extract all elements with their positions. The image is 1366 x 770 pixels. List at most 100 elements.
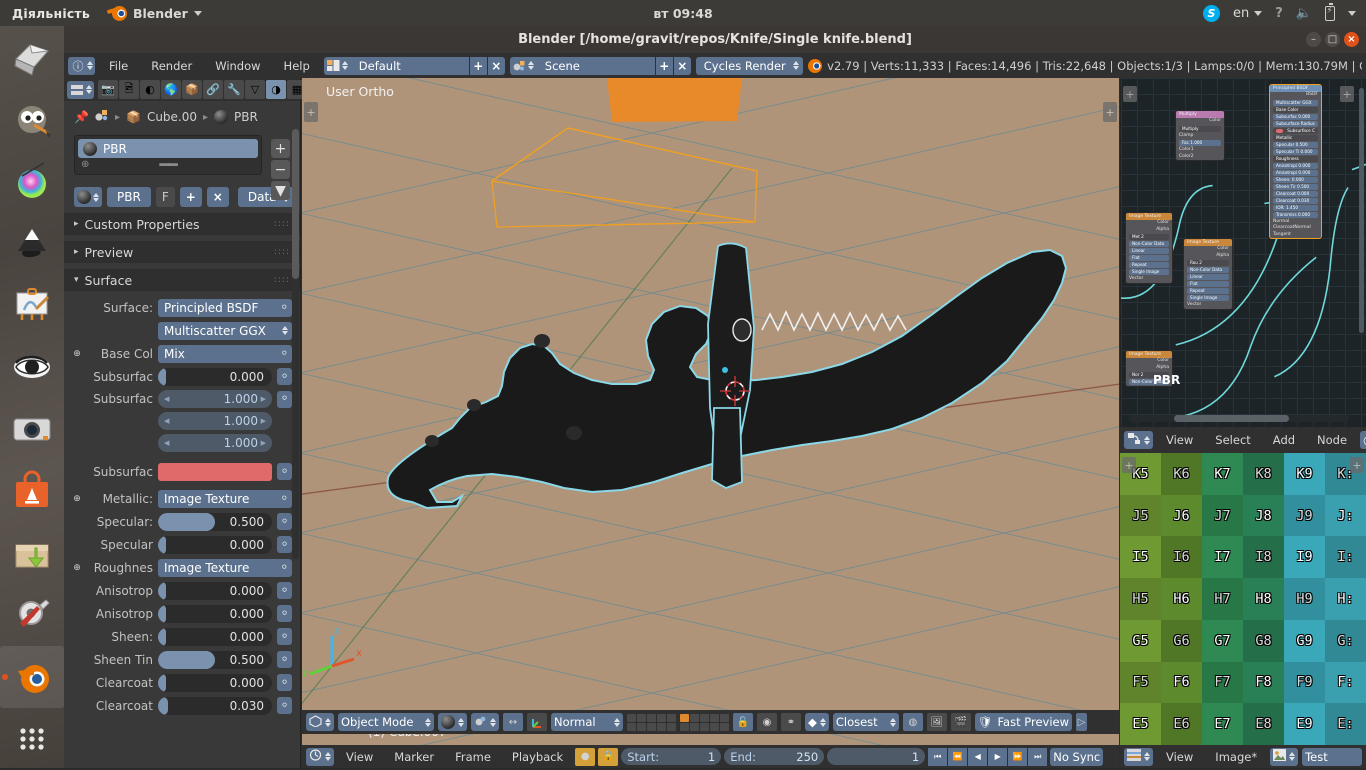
image-toolshelf-expand-button[interactable]: + [1122,457,1136,473]
end-frame-field[interactable]: End: 250 [724,748,825,765]
dock-item-blender[interactable] [0,646,64,708]
screen-layout-name[interactable]: Default [350,56,469,75]
anisotropic-slider[interactable]: 0.000 [158,581,272,600]
panel-surface[interactable]: ▾ Surface :::: [64,269,300,291]
tab-object[interactable]: 📦 [182,80,202,99]
maximize-button[interactable]: □ [1325,32,1340,47]
panel-custom-properties[interactable]: ▸ Custom Properties :::: [64,213,300,235]
clock[interactable]: вт 09:48 [653,6,712,21]
image-name-field[interactable]: Test [1302,747,1363,766]
help-icon[interactable]: ? [1275,6,1283,21]
jump-to-end-button[interactable]: ⏭ [1028,747,1048,766]
anisotropic-rotation-slider[interactable]: 0.000 [158,604,272,623]
image-menu-image[interactable]: Image* [1206,750,1266,764]
link-input-button[interactable]: ⚪ [277,463,292,480]
node-horizontal-scrollbar[interactable] [1129,415,1349,422]
lock-icon[interactable]: 🔒 [598,747,619,766]
subsurface-radius-x[interactable]: 1.000 [158,390,272,408]
base-color-node-selector[interactable]: Mix ⚪ [158,344,292,363]
manipulator-toggle[interactable]: ↔ [503,713,523,731]
close-button[interactable]: × [1344,32,1359,47]
link-input-button[interactable]: ⚪ [277,582,292,599]
dock-item-system-settings[interactable] [0,584,64,646]
clearcoat-roughness-slider[interactable]: 0.030 [158,696,272,715]
link-input-button[interactable]: ⚪ [277,390,292,408]
timeline-menu-view[interactable]: View [337,750,382,764]
link-input-button[interactable]: ⚪ [277,628,292,645]
link-input-button[interactable]: ⚪ [277,368,292,385]
play-button[interactable]: ▶ [988,747,1008,766]
tab-render[interactable]: 📷 [98,80,118,99]
node-field-clamp[interactable]: Clamp [1176,133,1224,140]
breadcrumb-material[interactable]: PBR [234,110,258,124]
image-menu-view[interactable]: View [1157,750,1202,764]
chevron-down-icon[interactable] [1348,10,1356,16]
skype-icon[interactable]: S [1203,4,1221,22]
properties-scrollbar[interactable] [292,129,299,559]
subsurface-color-swatch[interactable] [158,462,272,481]
new-material-button[interactable]: + [179,187,202,207]
battery-icon[interactable] [1325,3,1335,21]
link-input-button[interactable]: ⚪ [277,651,292,668]
editor-type-selector-node[interactable] [1124,431,1153,449]
metallic-node-selector[interactable]: Image Texture ⚪ [158,489,292,508]
dock-item-files[interactable] [0,26,64,88]
menu-help[interactable]: Help [275,59,319,73]
tab-render-layers[interactable]: 🖻 [119,80,139,99]
tab-world[interactable]: 🌎 [161,80,181,99]
tab-material[interactable]: ◑ [266,80,286,99]
dock-item-mypaint[interactable] [0,274,64,336]
add-layout-button[interactable]: + [469,56,487,75]
snap-target-selector[interactable]: Closest [832,713,899,731]
material-specials-menu-button[interactable]: ▼ [271,181,290,200]
tab-object-data[interactable]: ▽ [245,80,265,99]
node-toolshelf-expand-button[interactable]: + [1123,86,1137,102]
auto-keyframe-icon[interactable]: ● [575,747,596,766]
timeline-menu-frame[interactable]: Frame [446,750,500,764]
fake-user-button[interactable]: F [155,187,175,207]
render-opengl-animation-icon[interactable]: 🎬 [950,713,971,731]
layer-group-1[interactable] [627,713,676,731]
timeline-menu-marker[interactable]: Marker [385,750,443,764]
material-name-field[interactable]: PBR [107,187,151,207]
preview-mode-selector[interactable]: 🛡 Fast Preview [974,713,1072,731]
pin-icon[interactable]: 📌 [74,110,89,124]
timeline-menu-playback[interactable]: Playback [503,750,572,764]
node-principled-bsdf[interactable]: Principled BSDF BSDF Multiscatter GGX Ba… [1269,84,1322,239]
3d-viewport[interactable]: z y x User Ortho (1) Cube.007 + + Object… [302,78,1119,768]
unlink-material-button[interactable]: × [206,187,229,207]
link-input-button[interactable]: ⚪ [277,536,292,553]
viewport-shading-selector[interactable] [438,713,467,731]
delete-scene-button[interactable]: × [673,56,691,75]
node-menu-node[interactable]: Node [1308,433,1356,447]
subsurface-radius-y-field[interactable]: 1.000 [158,412,272,430]
render-engine-selector[interactable]: Cycles Render [695,56,804,75]
shader-type-selector[interactable]: ◑ [1360,431,1366,449]
browse-material-button[interactable] [74,187,102,207]
current-frame-field[interactable]: 1 [827,748,926,765]
pivot-point-selector[interactable] [471,713,499,731]
transform-orientation-selector[interactable]: Normal [551,713,623,731]
previous-keyframe-button[interactable]: ⏪ [948,747,968,766]
tab-scene[interactable]: ◐ [140,80,160,99]
distribution-selector[interactable]: Multiscatter GGX [158,321,292,340]
node-image-texture-1[interactable]: Image Texture Color Alpha Met 2 Non-Colo… [1125,212,1173,284]
menu-render[interactable]: Render [142,59,201,73]
node-image-texture-2[interactable]: Image Texture Color Alpha Rou 2 Non-Colo… [1183,238,1233,310]
subsurface-slider[interactable]: 0.000 [158,367,272,386]
start-frame-field[interactable]: Start: 1 [621,748,722,765]
snap-peel-object-icon[interactable]: ◍ [902,713,923,731]
play-reverse-button[interactable]: ◀ [968,747,988,766]
node-vertical-scrollbar[interactable] [1359,88,1364,333]
menu-file[interactable]: File [100,59,137,73]
dock-item-software-center[interactable] [0,460,64,522]
roughness-node-selector[interactable]: Image Texture ⚪ [158,558,292,577]
scene-name[interactable]: Scene [536,56,655,75]
menu-window[interactable]: Window [206,59,269,73]
specular-slider[interactable]: 0.500 [158,512,272,531]
tab-modifiers[interactable]: 🔧 [224,80,244,99]
link-input-button[interactable]: ⚪ [277,513,292,530]
delete-layout-button[interactable]: × [487,56,505,75]
browse-image-button[interactable] [1270,747,1299,766]
sync-mode-selector[interactable]: No Sync [1050,747,1104,766]
